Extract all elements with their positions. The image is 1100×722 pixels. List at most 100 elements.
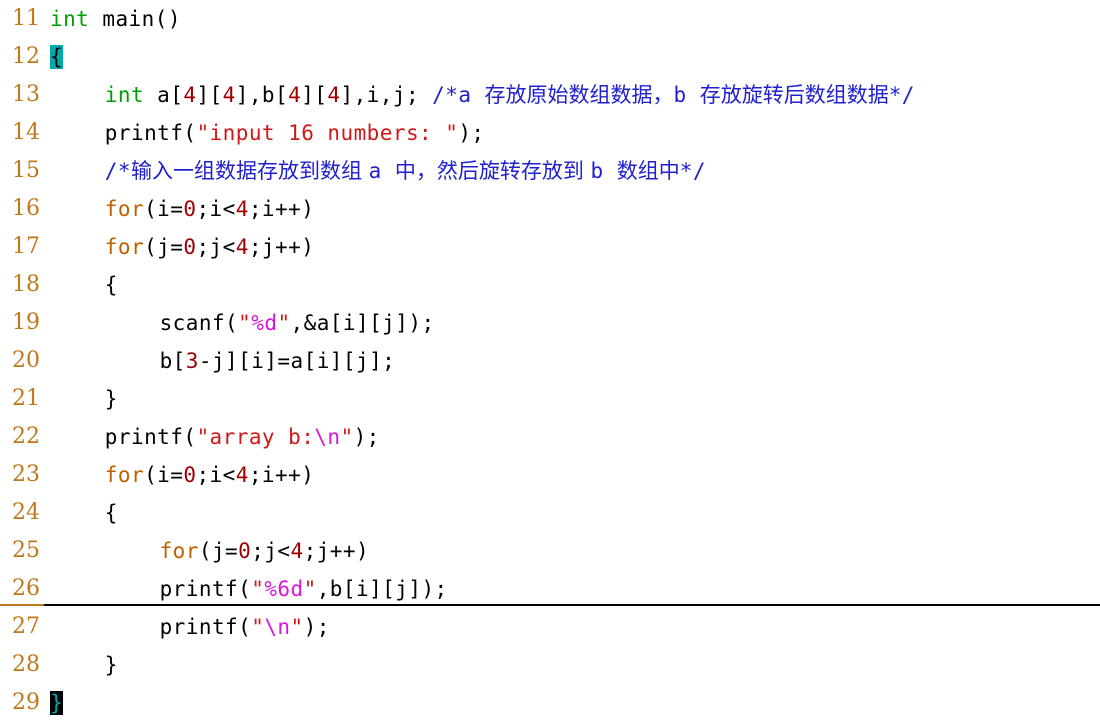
code-line-content: } — [105, 646, 118, 684]
code-token-plain: ;i< — [196, 463, 236, 487]
code-token-number: 4 — [235, 197, 249, 221]
code-token-escape: \n — [314, 425, 341, 449]
code-token-plain: ][ — [301, 83, 328, 107]
code-line-content: printf("\n"); — [160, 608, 330, 646]
code-token-comment: */ — [679, 159, 706, 183]
code-editor[interactable]: 11 int main() 12 {13 int a[4][4],b[4][4],i,j… — [0, 0, 1100, 715]
code-token-plain: ],b[ — [235, 83, 289, 107]
code-line[interactable]: 27 printf("\n"); — [0, 608, 1100, 646]
code-token-plain: ;j++) — [248, 235, 315, 259]
code-token-plain: ;i++) — [248, 463, 315, 487]
code-token-plain: (i= — [144, 197, 184, 221]
code-token-number: 4 — [288, 83, 302, 107]
code-line-content: } — [50, 684, 64, 722]
code-token-plain: } — [104, 387, 118, 411]
code-token-string: " — [251, 577, 265, 601]
code-line[interactable]: 22 printf("array b:\n"); — [0, 418, 1100, 456]
code-token-string: " — [340, 425, 354, 449]
code-token-string: " — [277, 311, 291, 335]
code-line-content: printf("input 16 numbers: "); — [105, 114, 485, 152]
code-token-plain: ); — [353, 425, 380, 449]
line-number: 15 — [12, 158, 40, 183]
code-token-keyword: for — [159, 539, 199, 563]
bottom-divider — [0, 604, 1100, 606]
code-line[interactable]: 16 for(i=0;i<4;i++) — [0, 190, 1100, 228]
code-line[interactable]: 14 printf("input 16 numbers: "); — [0, 114, 1100, 152]
code-token-plain: scanf( — [159, 311, 239, 335]
code-token-plain: { — [104, 273, 118, 297]
code-token-comment: /*a — [432, 83, 485, 107]
line-number: 29 — [12, 690, 40, 715]
line-number: 22 — [12, 424, 40, 449]
code-token-number: 3 — [185, 349, 199, 373]
code-token-escape: %d — [251, 311, 278, 335]
code-line[interactable]: 25 for(j=0;j<4;j++) — [0, 532, 1100, 570]
line-number: 13 — [12, 82, 40, 107]
code-line[interactable]: 12 { — [0, 38, 1100, 76]
code-token-number: 0 — [183, 463, 197, 487]
code-token-comment: a — [368, 159, 395, 183]
code-token-string: " — [303, 577, 317, 601]
code-token-plain: ][ — [196, 83, 223, 107]
code-token-plain: ;j++) — [303, 539, 370, 563]
code-token-plain: printf( — [159, 615, 252, 639]
code-line[interactable]: 18 { — [0, 266, 1100, 304]
code-token-plain: printf( — [159, 577, 252, 601]
code-line[interactable]: 19 scanf("%d",&a[i][j]); — [0, 304, 1100, 342]
code-line-content: { — [105, 494, 118, 532]
line-number: 27 — [12, 614, 40, 639]
line-number: 28 — [12, 652, 40, 677]
line-number: 17 — [12, 234, 40, 259]
code-line-content: scanf("%d",&a[i][j]); — [160, 304, 435, 342]
code-line[interactable]: 15 /*输入一组数据存放到数组 a 中，然后旋转存放到 b 数组中*/ — [0, 152, 1100, 190]
code-line[interactable]: 11 int main() — [0, 0, 1100, 38]
code-token-keyword: for — [104, 197, 145, 221]
line-number: 12 — [12, 44, 40, 69]
line-number: 26 — [12, 576, 40, 601]
code-line[interactable]: 24 { — [0, 494, 1100, 532]
code-line-content: b[3-j][i]=a[i][j]; — [160, 342, 396, 380]
code-token-comment-cjk: 存放原始数组数据， — [484, 83, 674, 107]
code-token-string: "input 16 numbers: " — [196, 121, 459, 145]
code-token-string: " — [251, 615, 265, 639]
code-token-comment: /* — [104, 159, 131, 183]
code-token-plain: ,&a[i][j]); — [290, 311, 435, 335]
code-line-content: int a[4][4],b[4][4],i,j; /*a 存放原始数组数据，b … — [105, 76, 915, 114]
code-line[interactable]: 23 for(i=0;i<4;i++) — [0, 456, 1100, 494]
code-line-content: printf("array b:\n"); — [105, 418, 380, 456]
code-token-plain: (j= — [198, 539, 239, 563]
code-token-keyword: for — [104, 463, 145, 487]
code-token-brace-match: { — [50, 45, 64, 69]
code-line[interactable]: 13 int a[4][4],b[4][4],i,j; /*a 存放原始数组数据，… — [0, 76, 1100, 114]
code-token-comment-cjk: 输入一组数据存放到数组 — [130, 159, 369, 183]
code-token-plain: -j][i]=a[i][j]; — [198, 349, 396, 373]
code-line-content: for(j=0;j<4;j++) — [105, 228, 315, 266]
line-number: 14 — [12, 120, 40, 145]
code-line[interactable]: 17 for(j=0;j<4;j++) — [0, 228, 1100, 266]
code-token-plain: ); — [458, 121, 485, 145]
code-token-plain: ;j< — [196, 235, 236, 259]
line-number: 23 — [12, 462, 40, 487]
code-area[interactable]: 11 int main() 12 {13 int a[4][4],b[4][4],i,j… — [0, 0, 1100, 722]
code-token-comment: b — [673, 83, 700, 107]
code-token-escape: %6d — [264, 577, 304, 601]
code-line[interactable]: 26 printf("%6d",b[i][j]); — [0, 570, 1100, 608]
code-token-number: 4 — [222, 83, 236, 107]
line-number: 11 — [12, 6, 40, 31]
code-line[interactable]: 20 b[3-j][i]=a[i][j]; — [0, 342, 1100, 380]
line-number: 20 — [12, 348, 40, 373]
line-number: 24 — [12, 500, 40, 525]
code-token-comment-cjk: 数组中 — [616, 159, 680, 183]
line-number: 18 — [12, 272, 40, 297]
code-token-keyword: for — [104, 235, 145, 259]
code-line-content: /*输入一组数据存放到数组 a 中，然后旋转存放到 b 数组中*/ — [105, 152, 706, 190]
code-line[interactable]: 28} — [0, 646, 1100, 684]
code-token-plain: printf( — [104, 121, 197, 145]
code-token-number: 4 — [235, 235, 249, 259]
code-token-plain: (j= — [144, 235, 184, 259]
code-token-cursor-block: } — [50, 691, 64, 715]
line-number: 19 — [12, 310, 40, 335]
code-line[interactable]: 21} — [0, 380, 1100, 418]
code-token-comment: */ — [888, 83, 915, 107]
code-line[interactable]: 29} — [0, 684, 1100, 722]
